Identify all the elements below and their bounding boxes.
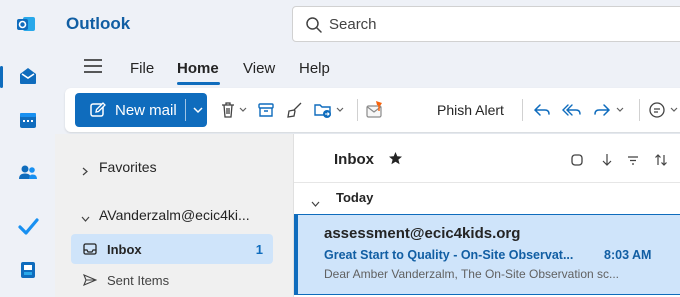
menu-help[interactable]: Help [299, 60, 330, 77]
filter-icon[interactable] [626, 153, 640, 167]
new-mail-button[interactable]: New mail [75, 93, 207, 127]
chevron-right-icon [81, 163, 90, 176]
trash-icon [222, 102, 247, 118]
mail-app-icon[interactable] [14, 62, 42, 90]
respond-button[interactable] [647, 97, 680, 123]
group-header-today[interactable]: Today [336, 190, 373, 205]
sent-items-label: Sent Items [107, 273, 170, 288]
ribbon-divider [639, 99, 640, 121]
forward-button[interactable] [593, 97, 629, 123]
menu-home[interactable]: Home [177, 60, 219, 77]
folder-pane: Favorites AVanderzalm@ecic4ki... Inbox 1… [55, 134, 293, 297]
phish-alert-button[interactable] [365, 97, 385, 123]
move-to-button[interactable] [313, 97, 347, 123]
ribbon-divider [357, 99, 358, 121]
message-sender: assessment@ecic4kids.org [324, 225, 521, 242]
new-mail-divider [185, 99, 186, 121]
favorite-star-icon[interactable] [388, 151, 403, 166]
chevron-down-icon [81, 211, 90, 222]
inbox-unread-count: 1 [255, 242, 263, 257]
list-header-divider [294, 182, 680, 183]
phish-alert-icon [366, 101, 382, 118]
favorites-section[interactable]: Favorites [71, 152, 273, 182]
rail-active-indicator [0, 66, 3, 88]
reply-button[interactable] [532, 97, 552, 123]
select-icon[interactable] [570, 153, 584, 167]
todo-app-icon[interactable] [14, 212, 42, 240]
inbox-label: Inbox [107, 242, 142, 257]
search-input[interactable]: Search [329, 16, 377, 33]
search-box[interactable]: Search [292, 6, 680, 42]
chat-bubble-icon [649, 102, 678, 118]
teams-app-icon[interactable] [14, 256, 42, 284]
menu-hamburger-icon[interactable] [83, 58, 103, 74]
broom-icon [287, 102, 302, 118]
sweep-button[interactable] [286, 97, 304, 123]
chevron-down-icon[interactable] [192, 103, 204, 115]
menu-active-underline [177, 82, 220, 85]
folder-move-icon [314, 104, 344, 118]
ribbon: New mail Phish Alert [55, 88, 680, 134]
people-app-icon[interactable] [14, 158, 42, 186]
message-subject: Great Start to Quality - On-Site Observa… [324, 248, 574, 262]
inbox-icon [83, 242, 97, 256]
menu-file[interactable]: File [130, 60, 154, 77]
account-section[interactable]: AVanderzalm@ecic4ki... [71, 200, 273, 230]
message-list: Inbox Today assessment@ecic4kids.org Gre… [293, 134, 680, 297]
list-title: Inbox [334, 151, 374, 168]
message-item[interactable]: assessment@ecic4kids.org Great Start to … [294, 214, 680, 295]
reply-all-button[interactable] [561, 97, 583, 123]
folder-inbox[interactable]: Inbox 1 [71, 234, 273, 264]
sort-icon[interactable] [654, 153, 668, 167]
archive-button[interactable] [257, 97, 275, 123]
app-rail [0, 48, 55, 297]
delete-button[interactable] [219, 97, 249, 123]
account-label: AVanderzalm@ecic4ki... [99, 207, 250, 223]
send-icon [83, 273, 98, 287]
favorites-label: Favorites [99, 159, 157, 175]
app-title[interactable]: Outlook [66, 14, 130, 34]
top-bar: Outlook Search [0, 0, 680, 48]
archive-icon [258, 103, 274, 117]
menu-bar: File Home View Help [55, 48, 680, 88]
ribbon-toolbar: New mail Phish Alert [65, 88, 680, 132]
compose-icon [89, 101, 107, 119]
ribbon-divider [522, 99, 523, 121]
menu-view[interactable]: View [243, 60, 275, 77]
message-time: 8:03 AM [604, 248, 652, 262]
calendar-app-icon[interactable] [14, 106, 42, 134]
message-preview: Dear Amber Vanderzalm, The On-Site Obser… [324, 267, 620, 281]
search-icon [305, 16, 323, 34]
reply-icon [533, 104, 550, 116]
reply-all-icon [562, 104, 581, 116]
outlook-logo-icon [16, 14, 36, 34]
folder-sent-items[interactable]: Sent Items [71, 264, 273, 294]
jump-to-icon[interactable] [600, 153, 614, 167]
phish-alert-label[interactable]: Phish Alert [437, 102, 504, 118]
new-mail-label: New mail [115, 102, 177, 119]
chevron-down-icon[interactable] [311, 196, 320, 207]
forward-icon [594, 104, 624, 116]
